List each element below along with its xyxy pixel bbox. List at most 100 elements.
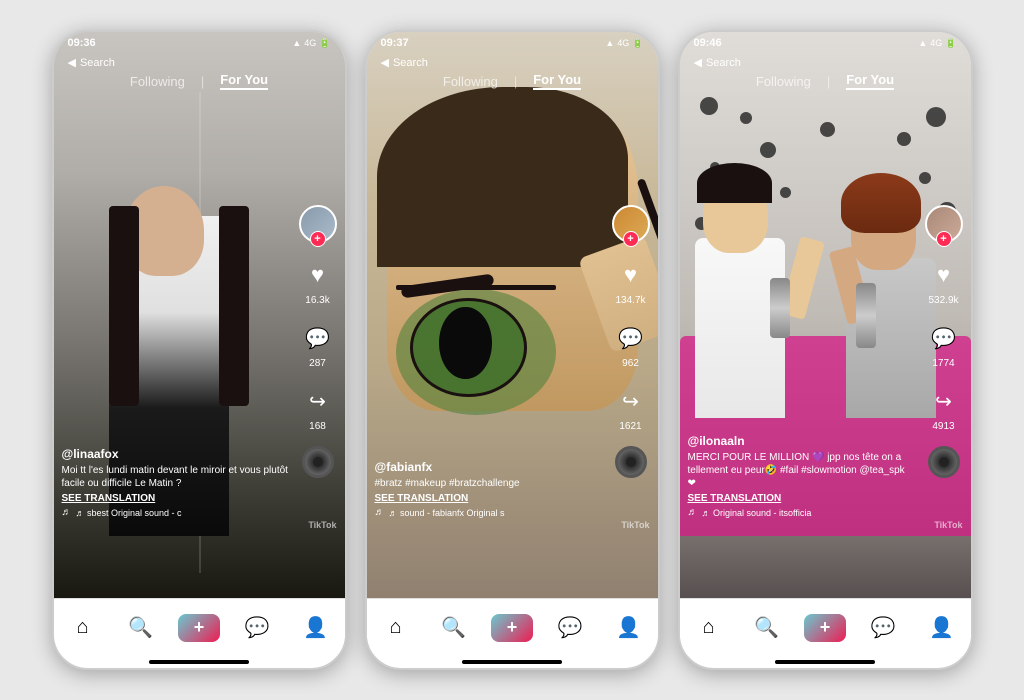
search-label-3: Search: [706, 57, 741, 69]
heart-icon-2: ♥: [624, 262, 637, 288]
sound-text-1: ♬ sbest Original sound - c: [76, 508, 182, 518]
nav-home-3[interactable]: ⌂: [680, 616, 738, 639]
heart-icon-1: ♥: [311, 262, 324, 288]
nav-search-2[interactable]: 🔍: [425, 615, 483, 640]
search-label-1: Search: [80, 57, 115, 69]
comment-group-2: 💬 962: [613, 320, 649, 369]
share-count-2: 1621: [619, 421, 641, 432]
home-icon-2: ⌂: [390, 616, 402, 639]
username-1[interactable]: @linaafox: [62, 447, 290, 461]
video-area-2[interactable]: 09:37 ▲ 4G 🔋 ◀ Search Following | For Yo…: [367, 32, 658, 598]
creator-avatar-2[interactable]: +: [612, 205, 650, 243]
tab-following-1[interactable]: Following: [130, 74, 185, 89]
battery-icon-1: 🔋: [319, 38, 330, 49]
tab-foryou-1[interactable]: For You: [220, 72, 268, 90]
network-3: 4G: [930, 38, 942, 48]
search-icon-1: 🔍: [128, 615, 153, 640]
nav-inbox-3[interactable]: 💬: [854, 615, 912, 640]
tab-foryou-2[interactable]: For You: [533, 72, 581, 90]
inbox-icon-1: 💬: [245, 615, 270, 640]
back-arrow-2[interactable]: ◀: [381, 56, 389, 69]
comment-icon-1: 💬: [305, 326, 330, 351]
share-icon-2: ↪: [622, 389, 639, 414]
follow-plus-3[interactable]: +: [936, 231, 952, 247]
side-icons-1: + ♥ 16.3k 💬 287 ↪: [299, 205, 337, 478]
like-button-2[interactable]: ♥: [613, 257, 649, 293]
music-disc-3: [928, 446, 960, 478]
nav-profile-2[interactable]: 👤: [599, 615, 657, 640]
create-button-1[interactable]: +: [178, 614, 220, 642]
share-group-1: ↪ 168: [300, 383, 336, 432]
nav-create-1[interactable]: +: [170, 614, 228, 642]
status-time-3: 09:46: [694, 37, 722, 49]
search-bar-2[interactable]: ◀ Search: [367, 54, 658, 71]
nav-profile-1[interactable]: 👤: [286, 615, 344, 640]
like-group-2: ♥ 134.7k: [613, 257, 649, 306]
search-label-2: Search: [393, 57, 428, 69]
username-2[interactable]: @fabianfx: [375, 460, 603, 474]
profile-icon-2: 👤: [616, 615, 641, 640]
nav-search-1[interactable]: 🔍: [112, 615, 170, 640]
phone-2: 09:37 ▲ 4G 🔋 ◀ Search Following | For Yo…: [365, 30, 660, 670]
share-button-2[interactable]: ↪: [613, 383, 649, 419]
sound-bar-3: ♬ ♬ Original sound - itsofficia: [688, 507, 916, 518]
caption-1: Moi tt l'es lundi matin devant le miroir…: [62, 464, 290, 490]
video-area-3[interactable]: 09:46 ▲ 4G 🔋 ◀ Search Following | For Yo…: [680, 32, 971, 598]
nav-inbox-2[interactable]: 💬: [541, 615, 599, 640]
video-info-2: @fabianfx #bratz #makeup #bratzchallenge…: [375, 460, 603, 518]
see-translation-2[interactable]: SEE TRANSLATION: [375, 493, 603, 504]
like-button-3[interactable]: ♥: [926, 257, 962, 293]
search-bar-1[interactable]: ◀ Search: [54, 54, 345, 71]
back-arrow-1[interactable]: ◀: [68, 56, 76, 69]
comment-button-2[interactable]: 💬: [613, 320, 649, 356]
comment-count-2: 962: [622, 358, 639, 369]
creator-avatar-1[interactable]: +: [299, 205, 337, 243]
create-button-3[interactable]: +: [804, 614, 846, 642]
see-translation-3[interactable]: SEE TRANSLATION: [688, 493, 916, 504]
nav-profile-3[interactable]: 👤: [912, 615, 970, 640]
phone-3: 09:46 ▲ 4G 🔋 ◀ Search Following | For Yo…: [678, 30, 973, 670]
nav-home-1[interactable]: ⌂: [54, 616, 112, 639]
music-disc-inner-2: [626, 457, 636, 467]
inbox-icon-3: 💬: [871, 615, 896, 640]
see-translation-1[interactable]: SEE TRANSLATION: [62, 493, 290, 504]
comment-group-1: 💬 287: [300, 320, 336, 369]
nav-create-2[interactable]: +: [483, 614, 541, 642]
share-icon-3: ↪: [935, 389, 952, 414]
tab-following-2[interactable]: Following: [443, 74, 498, 89]
trophy-right: [856, 283, 876, 348]
follow-plus-2[interactable]: +: [623, 231, 639, 247]
confetti-8: [820, 122, 835, 137]
nav-inbox-1[interactable]: 💬: [228, 615, 286, 640]
share-button-3[interactable]: ↪: [926, 383, 962, 419]
like-button-1[interactable]: ♥: [300, 257, 336, 293]
signal-icon-1: ▲: [292, 38, 301, 48]
back-arrow-3[interactable]: ◀: [694, 56, 702, 69]
status-icons-1: ▲ 4G 🔋: [292, 38, 330, 49]
nav-tabs-1: Following | For You: [54, 72, 345, 90]
tab-following-3[interactable]: Following: [756, 74, 811, 89]
username-3[interactable]: @ilonaaln: [688, 434, 916, 448]
creator-avatar-3[interactable]: +: [925, 205, 963, 243]
status-time-1: 09:36: [68, 37, 96, 49]
person-left: [685, 108, 815, 418]
search-bar-3[interactable]: ◀ Search: [680, 54, 971, 71]
video-info-1: @linaafox Moi tt l'es lundi matin devant…: [62, 447, 290, 518]
follow-plus-1[interactable]: +: [310, 231, 326, 247]
create-button-2[interactable]: +: [491, 614, 533, 642]
tab-divider-1: |: [201, 74, 204, 89]
comment-count-3: 1774: [932, 358, 954, 369]
nav-create-3[interactable]: +: [796, 614, 854, 642]
comment-icon-3: 💬: [931, 326, 956, 351]
nav-home-2[interactable]: ⌂: [367, 616, 425, 639]
comment-button-3[interactable]: 💬: [926, 320, 962, 356]
comment-button-1[interactable]: 💬: [300, 320, 336, 356]
video-area-1[interactable]: 09:36 ▲ 4G 🔋 ◀ Search Following | For Yo…: [54, 32, 345, 598]
network-1: 4G: [304, 38, 316, 48]
nav-search-3[interactable]: 🔍: [738, 615, 796, 640]
music-disc-inner-1: [313, 457, 323, 467]
tiktok-watermark-3: TikTok: [934, 520, 962, 530]
share-button-1[interactable]: ↪: [300, 383, 336, 419]
share-count-3: 4913: [932, 421, 954, 432]
tab-foryou-3[interactable]: For You: [846, 72, 894, 90]
